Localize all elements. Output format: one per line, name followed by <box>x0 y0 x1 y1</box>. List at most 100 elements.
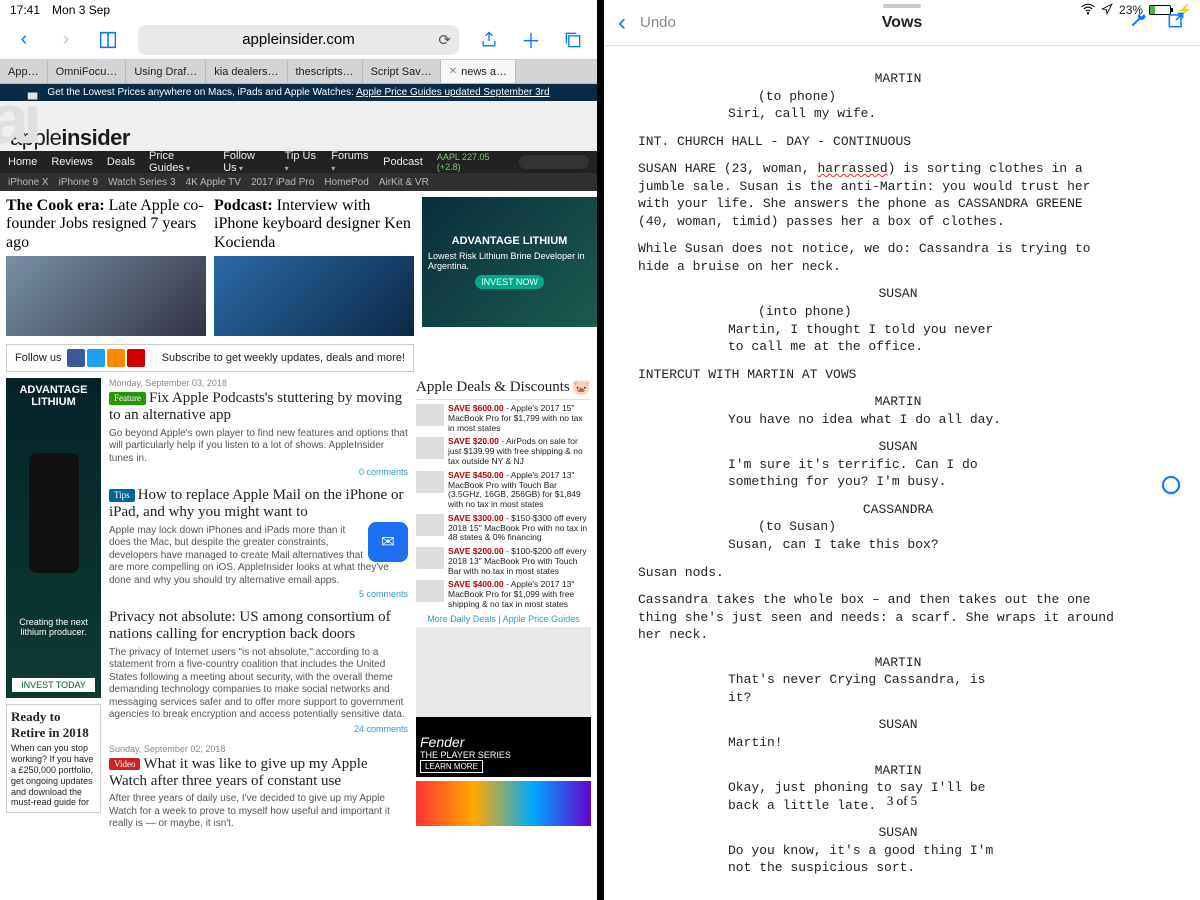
deal-item[interactable]: SAVE $200.00 - $100-$200 off every 2018 … <box>416 547 591 576</box>
comments-link[interactable]: 5 comments <box>109 589 408 599</box>
address-bar[interactable]: appleinsider.com ⟳ <box>138 25 459 55</box>
script-char[interactable]: MARTIN <box>728 70 1068 88</box>
open-external-icon[interactable] <box>1166 10 1186 36</box>
deals-more-link[interactable]: More Daily Deals | Apple Price Guides <box>416 614 591 624</box>
category-badge: Video <box>109 758 140 770</box>
browser-tab[interactable]: OmniFocu… <box>48 60 127 83</box>
back-button[interactable]: ‹ <box>618 9 626 37</box>
status-date: Mon 3 Sep <box>52 3 110 17</box>
article[interactable]: Privacy not absolute: US among consortiu… <box>109 609 408 734</box>
tabs-icon[interactable] <box>561 28 585 52</box>
article[interactable]: Monday, September 03, 2018FeatureFix App… <box>109 378 408 477</box>
script-dialog[interactable]: That's never Crying Cassandra, is it? <box>728 671 1008 706</box>
script-dialog[interactable]: Susan, can I take this box? <box>728 536 1008 554</box>
nav-item[interactable]: Tip Us <box>285 150 318 174</box>
script-action[interactable]: SUSAN HARE (23, woman, harrassed) is sor… <box>638 160 1118 230</box>
comments-link[interactable]: 24 comments <box>109 724 408 734</box>
comments-link[interactable]: 0 comments <box>109 467 408 477</box>
script-char[interactable]: MARTIN <box>728 393 1068 411</box>
script-slug[interactable]: INT. CHURCH HALL - DAY - CONTINUOUS <box>638 133 1166 151</box>
script-action[interactable]: While Susan does not notice, we do: Cass… <box>638 240 1118 275</box>
status-time: 17:41 <box>10 3 40 17</box>
rss-icon[interactable] <box>107 349 125 367</box>
text-selection-handle[interactable] <box>1162 476 1180 494</box>
script-char[interactable]: MARTIN <box>728 762 1068 780</box>
ad-banner-top[interactable]: ADVANTAGE LITHIUM Lowest Risk Lithium Br… <box>422 197 597 327</box>
ad-retire[interactable]: Ready to Retire in 2018 When can you sto… <box>6 704 101 813</box>
script-paren[interactable]: (into phone) <box>758 303 958 321</box>
ad-bh[interactable] <box>416 781 591 826</box>
browser-tab[interactable]: kia dealers… <box>206 60 287 83</box>
bookmarks-icon[interactable] <box>96 28 120 52</box>
subnav-item[interactable]: Watch Series 3 <box>108 177 175 188</box>
script-action[interactable]: Susan nods. <box>638 564 1118 582</box>
script-editor[interactable]: MARTIN(to phone)Siri, call my wife.INT. … <box>604 46 1200 900</box>
web-content[interactable]: Get the Lowest Prices anywhere on Macs, … <box>0 84 597 900</box>
nav-item[interactable]: Follow Us <box>223 150 270 174</box>
safari-pane: 17:41 Mon 3 Sep ‹ › appleinsider.com ⟳ ＋… <box>0 0 597 900</box>
nav-item[interactable]: Price Guides <box>149 150 209 174</box>
top-story-a[interactable]: The Cook era: Late Apple co-founder Jobs… <box>6 197 206 336</box>
deal-item[interactable]: SAVE $600.00 - Apple's 2017 15" MacBook … <box>416 404 591 433</box>
deal-item[interactable]: SAVE $20.00 - AirPods on sale for just $… <box>416 437 591 466</box>
site-nav: HomeReviewsDealsPrice GuidesFollow UsTip… <box>0 151 597 173</box>
article[interactable]: Sunday, September 02, 2018VideoWhat it w… <box>109 744 408 831</box>
new-tab-icon[interactable]: ＋ <box>519 28 543 52</box>
browser-tab[interactable]: thescripts… <box>288 60 363 83</box>
deal-item[interactable]: SAVE $300.00 - $150-$300 off every 2018 … <box>416 514 591 543</box>
search-input[interactable] <box>519 155 589 169</box>
article[interactable]: TipsHow to replace Apple Mail on the iPh… <box>109 487 408 599</box>
browser-tab[interactable]: Using Draf… <box>126 60 206 83</box>
ad-fender[interactable]: Fender THE PLAYER SERIES LEARN MORE <box>416 627 591 777</box>
script-dialog[interactable]: Siri, call my wife. <box>728 105 1008 123</box>
browser-tab[interactable]: App… <box>0 60 48 83</box>
nav-item[interactable]: Forums <box>331 150 369 174</box>
script-dialog[interactable]: I'm sure it's terrific. Can I do somethi… <box>728 456 1008 491</box>
top-story-b[interactable]: Podcast: Interview with iPhone keyboard … <box>214 197 414 336</box>
subnav-item[interactable]: 4K Apple TV <box>186 177 241 188</box>
script-dialog[interactable]: Martin! <box>728 734 1008 752</box>
script-paren[interactable]: (to phone) <box>758 88 958 106</box>
subnav-item[interactable]: iPhone X <box>8 177 49 188</box>
script-action[interactable]: Cassandra takes the whole box – and then… <box>638 591 1118 644</box>
subnav-item[interactable]: HomePod <box>324 177 368 188</box>
wrench-icon[interactable] <box>1128 10 1148 36</box>
facebook-icon[interactable] <box>67 349 85 367</box>
twitter-icon[interactable] <box>87 349 105 367</box>
forward-button: › <box>54 28 78 52</box>
category-badge: Tips <box>109 489 135 501</box>
browser-tab[interactable]: Script Sav… <box>363 60 441 83</box>
script-char[interactable]: SUSAN <box>728 716 1068 734</box>
nav-item[interactable]: Reviews <box>51 156 93 168</box>
safari-toolbar: ‹ › appleinsider.com ⟳ ＋ <box>0 20 597 60</box>
script-char[interactable]: MARTIN <box>728 654 1068 672</box>
script-paren[interactable]: (to Susan) <box>758 518 958 536</box>
subnav-item[interactable]: 2017 iPad Pro <box>251 177 314 188</box>
youtube-icon[interactable] <box>127 349 145 367</box>
browser-tab[interactable]: ✕news a… <box>441 60 516 83</box>
ad-sidebar[interactable]: ADVANTAGE LITHIUM Creating the next lith… <box>6 378 101 698</box>
subnav-item[interactable]: iPhone 9 <box>59 177 98 188</box>
script-char[interactable]: CASSANDRA <box>728 501 1068 519</box>
undo-button[interactable]: Undo <box>640 14 676 31</box>
deals-column: Apple Deals & Discounts 🐷 SAVE $600.00 -… <box>416 378 591 841</box>
nav-item[interactable]: Podcast <box>383 156 423 168</box>
script-slug[interactable]: INTERCUT WITH MARTIN AT VOWS <box>638 366 1166 384</box>
script-char[interactable]: SUSAN <box>728 438 1068 456</box>
back-button[interactable]: ‹ <box>12 28 36 52</box>
promo-bar[interactable]: Get the Lowest Prices anywhere on Macs, … <box>0 84 597 101</box>
deal-item[interactable]: SAVE $450.00 - Apple's 2017 13" MacBook … <box>416 471 591 510</box>
script-dialog[interactable]: You have no idea what I do all day. <box>728 411 1008 429</box>
subnav-item[interactable]: AirKit & VR <box>379 177 429 188</box>
close-tab-icon[interactable]: ✕ <box>449 66 457 77</box>
script-dialog[interactable]: Martin, I thought I told you never to ca… <box>728 321 1008 356</box>
reload-icon[interactable]: ⟳ <box>438 31 451 49</box>
tab-strip: App…OmniFocu…Using Draf…kia dealers…thes… <box>0 60 597 84</box>
deal-item[interactable]: SAVE $400.00 - Apple's 2017 13" MacBook … <box>416 580 591 609</box>
script-dialog[interactable]: Do you know, it's a good thing I'm not t… <box>728 842 1008 877</box>
script-char[interactable]: SUSAN <box>728 824 1068 842</box>
site-header: ai appleinsider <box>0 101 597 151</box>
nav-item[interactable]: Deals <box>107 156 135 168</box>
script-char[interactable]: SUSAN <box>728 285 1068 303</box>
share-icon[interactable] <box>477 28 501 52</box>
